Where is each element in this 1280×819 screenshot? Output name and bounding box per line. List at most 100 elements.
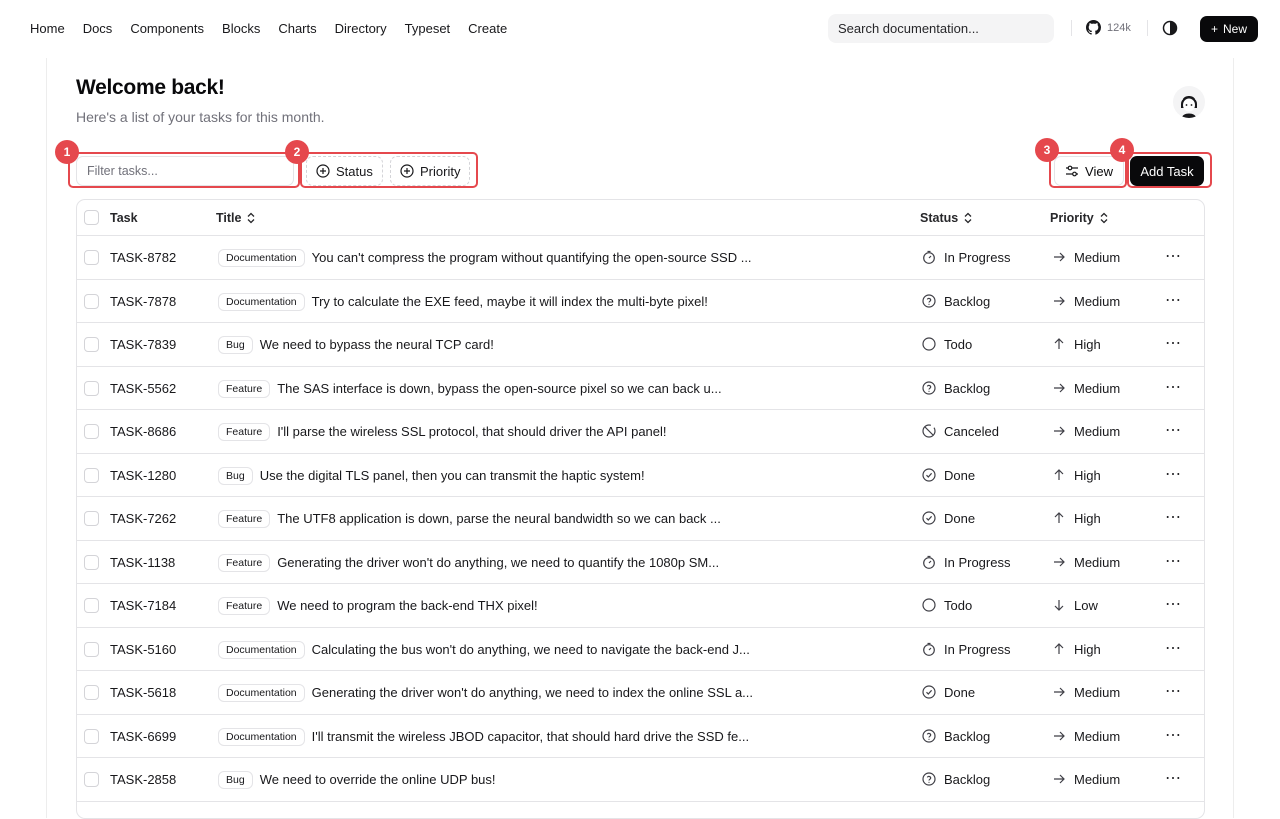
task-id: TASK-5562 — [110, 380, 177, 396]
nav-link-typeset[interactable]: Typeset — [405, 21, 451, 36]
add-task-button[interactable]: Add Task — [1130, 156, 1204, 186]
row-checkbox[interactable] — [84, 380, 99, 396]
table-row[interactable]: TASK-2858 Bug We need to override the onli… — [77, 758, 1204, 802]
nav-link-docs[interactable]: Docs — [83, 21, 113, 36]
row-checkbox[interactable] — [84, 728, 99, 744]
github-link[interactable]: 124k — [1086, 20, 1131, 35]
row-actions-ellipsis-icon[interactable]: ⋯ — [1165, 725, 1182, 745]
task-title: The UTF8 application is down, parse the … — [277, 511, 721, 526]
task-status-label: Backlog — [944, 772, 991, 787]
task-priority: Medium — [1052, 294, 1120, 309]
table-row[interactable]: TASK-5562 Feature The SAS interface is dow… — [77, 367, 1204, 410]
github-stars: 124k — [1107, 21, 1131, 34]
row-actions-ellipsis-icon[interactable]: ⋯ — [1165, 551, 1182, 571]
task-priority-label: Medium — [1074, 772, 1121, 787]
arrow-up-icon — [1054, 468, 1064, 480]
task-priority-label: Medium — [1074, 380, 1121, 396]
avatar[interactable] — [1173, 86, 1205, 118]
row-checkbox[interactable] — [84, 337, 99, 352]
nav-link-directory[interactable]: Directory — [335, 21, 387, 36]
task-status-label: Backlog — [944, 293, 991, 309]
filter-tasks-input[interactable]: Filter tasks... — [76, 156, 294, 186]
row-actions-ellipsis-icon[interactable]: ⋯ — [1165, 464, 1182, 484]
table-row[interactable]: TASK-1138 Feature Generating the driver wo… — [77, 541, 1204, 584]
table-row[interactable]: TASK-7262 Feature The UTF8 application is … — [77, 497, 1204, 541]
task-status-label: Done — [944, 511, 976, 526]
priority-filter-button[interactable]: Priority — [390, 156, 471, 186]
row-actions-ellipsis-icon[interactable]: ⋯ — [1165, 594, 1182, 614]
sort-chevrons-icon — [964, 212, 972, 224]
table-row[interactable]: TASK-7839 Bug We need to bypass the neural… — [77, 323, 1204, 367]
priority-filter-label: Priority — [420, 163, 461, 179]
row-checkbox[interactable] — [84, 554, 99, 570]
task-status: In Progress — [922, 555, 1010, 570]
row-actions-ellipsis-icon[interactable]: ⋯ — [1165, 246, 1182, 266]
nav-link-blocks[interactable]: Blocks — [222, 21, 260, 36]
select-all-checkbox[interactable] — [84, 210, 99, 225]
row-checkbox[interactable] — [84, 772, 99, 787]
row-actions-ellipsis-icon[interactable]: ⋯ — [1165, 290, 1182, 310]
theme-toggle-icon[interactable] — [1162, 20, 1178, 36]
table-row[interactable]: TASK-7184 Feature We need to program the b… — [77, 584, 1204, 628]
task-title: We need to override the online UDP bus! — [259, 772, 496, 787]
view-label: View — [1085, 163, 1113, 179]
row-checkbox[interactable] — [84, 511, 99, 526]
table-row[interactable]: TASK-1280 Bug Use the digital TLS panel, t… — [77, 454, 1204, 497]
arrow-right-icon — [1054, 774, 1065, 784]
row-actions-ellipsis-icon[interactable]: ⋯ — [1165, 681, 1182, 701]
task-status: Backlog — [922, 772, 990, 787]
table-row[interactable]: TASK-6699 Documentation I'll transmit the … — [77, 715, 1204, 758]
row-checkbox[interactable] — [84, 598, 99, 613]
row-actions-ellipsis-icon[interactable]: ⋯ — [1165, 333, 1182, 353]
row-checkbox[interactable] — [84, 293, 99, 309]
status-filter-button[interactable]: Status — [306, 156, 383, 186]
new-button[interactable]: + New — [1200, 16, 1258, 42]
table-row[interactable]: TASK-7878 Documentation Try to calculate t… — [77, 280, 1204, 323]
divider — [1147, 20, 1148, 36]
column-header-title[interactable]: Title — [216, 211, 256, 225]
view-options-button[interactable]: View — [1054, 156, 1124, 186]
task-priority: High — [1052, 511, 1101, 526]
task-status-label: Todo — [944, 598, 973, 613]
row-checkbox[interactable] — [84, 250, 99, 265]
task-label-badge: Feature — [218, 510, 271, 528]
task-id: TASK-5618 — [110, 685, 177, 700]
marker-badge-3: 3 — [1035, 138, 1059, 162]
task-title: We need to bypass the neural TCP card! — [259, 337, 494, 352]
task-priority: Low — [1052, 598, 1098, 613]
search-docs-input[interactable]: Search documentation... — [828, 14, 1054, 43]
row-actions-ellipsis-icon[interactable]: ⋯ — [1165, 420, 1182, 440]
top-nav: Home Docs Components Blocks Charts Direc… — [0, 0, 1280, 56]
row-checkbox[interactable] — [84, 685, 99, 700]
table-row[interactable]: TASK-5160 Documentation Calculating the bu… — [77, 628, 1204, 671]
row-checkbox[interactable] — [84, 424, 99, 439]
nav-link-home[interactable]: Home — [30, 21, 65, 36]
table-row[interactable]: TASK-5618 Documentation Generating the dri… — [77, 671, 1204, 715]
task-priority-label: High — [1074, 511, 1101, 526]
nav-link-components[interactable]: Components — [130, 21, 204, 36]
table-row[interactable]: TASK-8782 Documentation You can't compress… — [77, 236, 1204, 280]
task-status: In Progress — [922, 250, 1010, 265]
row-actions-ellipsis-icon[interactable]: ⋯ — [1165, 638, 1182, 658]
row-actions-ellipsis-icon[interactable]: ⋯ — [1165, 768, 1182, 788]
row-checkbox[interactable] — [84, 467, 99, 483]
column-header-status[interactable]: Status — [920, 211, 973, 225]
task-priority-label: High — [1074, 467, 1101, 483]
marker-badge-2: 2 — [285, 140, 309, 164]
row-actions-ellipsis-icon[interactable]: ⋯ — [1165, 507, 1182, 527]
row-actions-ellipsis-icon[interactable]: ⋯ — [1165, 377, 1182, 397]
nav-link-charts[interactable]: Charts — [278, 21, 316, 36]
task-label-badge: Bug — [218, 466, 253, 485]
new-button-label: New — [1223, 22, 1248, 36]
nav-links: Home Docs Components Blocks Charts Direc… — [30, 0, 507, 56]
task-title: I'll transmit the wireless JBOD capacito… — [311, 728, 750, 744]
nav-link-create[interactable]: Create — [468, 21, 507, 36]
task-priority: High — [1052, 642, 1101, 657]
task-status-label: In Progress — [944, 641, 1011, 657]
column-header-priority[interactable]: Priority — [1050, 211, 1109, 225]
check-circle-icon — [922, 511, 936, 525]
avatar-illustration-icon — [1181, 96, 1197, 118]
task-status-label: In Progress — [944, 554, 1011, 570]
row-checkbox[interactable] — [84, 641, 99, 657]
table-row[interactable]: TASK-8686 Feature I'll parse the wireless … — [77, 410, 1204, 454]
